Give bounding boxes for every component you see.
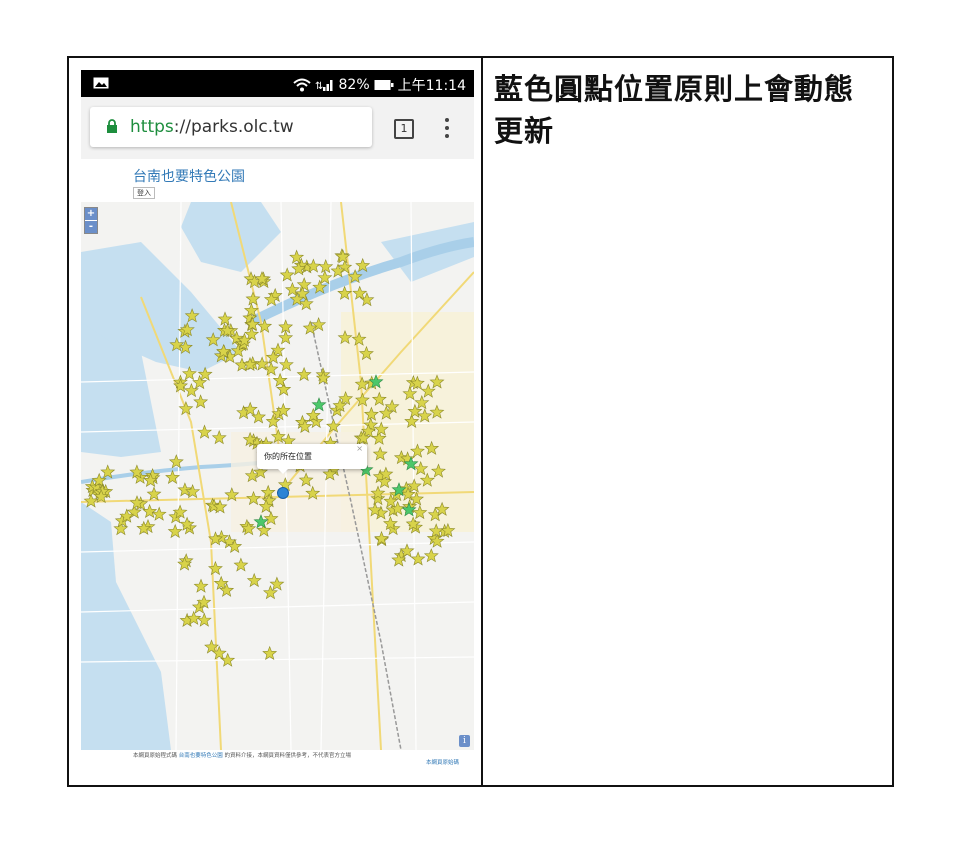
zoom-in-button[interactable]: + (85, 208, 97, 220)
wifi-icon (292, 78, 311, 92)
caption-text: 藍色圓點位置原則上會動態更新 (494, 72, 855, 148)
location-popup: 你的所在位置 × (257, 444, 367, 469)
footer-text: 的資料介接，本網頁資料僅供參考，不代表官方立場 (224, 753, 352, 759)
park-marker[interactable] (233, 557, 249, 572)
overflow-menu-icon[interactable] (444, 117, 450, 139)
park-marker[interactable] (217, 311, 233, 326)
water-area (181, 202, 281, 272)
popup-text: 你的所在位置 (264, 452, 312, 461)
lock-icon (107, 119, 117, 133)
park-marker[interactable] (423, 548, 439, 563)
park-marker[interactable] (269, 576, 285, 591)
park-marker[interactable] (337, 285, 353, 300)
document-table: ⇅ 82% 上午11:14 https://parks.olc.tw 1 台南也… (67, 56, 894, 787)
zoom-control: + - (84, 207, 98, 234)
park-marker[interactable] (146, 486, 162, 501)
park-marker[interactable] (208, 560, 223, 576)
footer-text: 本網頁原始程式碼 (133, 753, 178, 759)
image-icon (93, 77, 109, 89)
park-marker[interactable] (165, 469, 180, 484)
svg-text:⇅: ⇅ (315, 81, 323, 92)
park-marker[interactable] (220, 652, 236, 667)
map-view[interactable]: + - 你的所在位置 × i (81, 202, 474, 750)
park-marker[interactable] (278, 330, 294, 345)
park-marker[interactable] (410, 551, 426, 566)
park-marker[interactable] (197, 424, 213, 439)
park-marker[interactable] (251, 409, 267, 424)
park-marker[interactable] (245, 291, 261, 306)
park-marker[interactable] (211, 430, 227, 445)
phone-screenshot: ⇅ 82% 上午11:14 https://parks.olc.tw 1 台南也… (81, 70, 474, 782)
park-marker[interactable] (262, 645, 278, 660)
park-marker[interactable] (167, 523, 183, 539)
park-marker[interactable] (142, 503, 158, 518)
water-area (81, 502, 171, 750)
status-bar: ⇅ 82% 上午11:14 (81, 70, 474, 97)
address-bar[interactable]: https://parks.olc.tw (90, 107, 372, 147)
login-button[interactable]: 登入 (133, 187, 155, 199)
info-button[interactable]: i (459, 735, 470, 747)
url-host: ://parks.olc.tw (173, 117, 294, 137)
special-park-marker[interactable] (311, 397, 327, 412)
park-marker[interactable] (246, 572, 262, 588)
footer-link[interactable]: 台南也要特色公園 (179, 753, 223, 759)
clock: 上午11:14 (397, 78, 466, 94)
popup-close-button[interactable]: × (356, 436, 363, 461)
cell-divider (481, 58, 483, 785)
page-footer: 本網頁原始程式碼 台南也要特色公園 的資料介接，本網頁資料僅供參考，不代表官方立… (133, 753, 459, 766)
my-location-marker[interactable] (277, 487, 289, 499)
map-canvas[interactable] (81, 202, 474, 750)
browser-toolbar: https://parks.olc.tw 1 (81, 97, 474, 159)
page-title[interactable]: 台南也要特色公園 (133, 166, 245, 186)
park-marker[interactable] (296, 277, 312, 292)
tabs-icon[interactable]: 1 (394, 119, 414, 139)
url-text: https://parks.olc.tw (130, 117, 294, 137)
park-marker[interactable] (196, 612, 212, 627)
battery-percent: 82% (338, 77, 370, 93)
park-marker[interactable] (278, 357, 294, 372)
park-marker[interactable] (168, 454, 184, 469)
park-marker[interactable] (185, 484, 201, 499)
popup-tip (277, 468, 289, 474)
battery-icon (374, 80, 394, 90)
park-marker[interactable] (352, 285, 368, 300)
zoom-out-button[interactable]: - (85, 220, 97, 233)
footer-source-link[interactable]: 本網頁原始碼 (426, 760, 459, 767)
park-marker[interactable] (296, 366, 312, 382)
signal-icon: ⇅ (315, 80, 333, 92)
park-marker[interactable] (178, 400, 194, 416)
url-scheme: https (130, 117, 174, 137)
park-marker[interactable] (193, 578, 209, 593)
